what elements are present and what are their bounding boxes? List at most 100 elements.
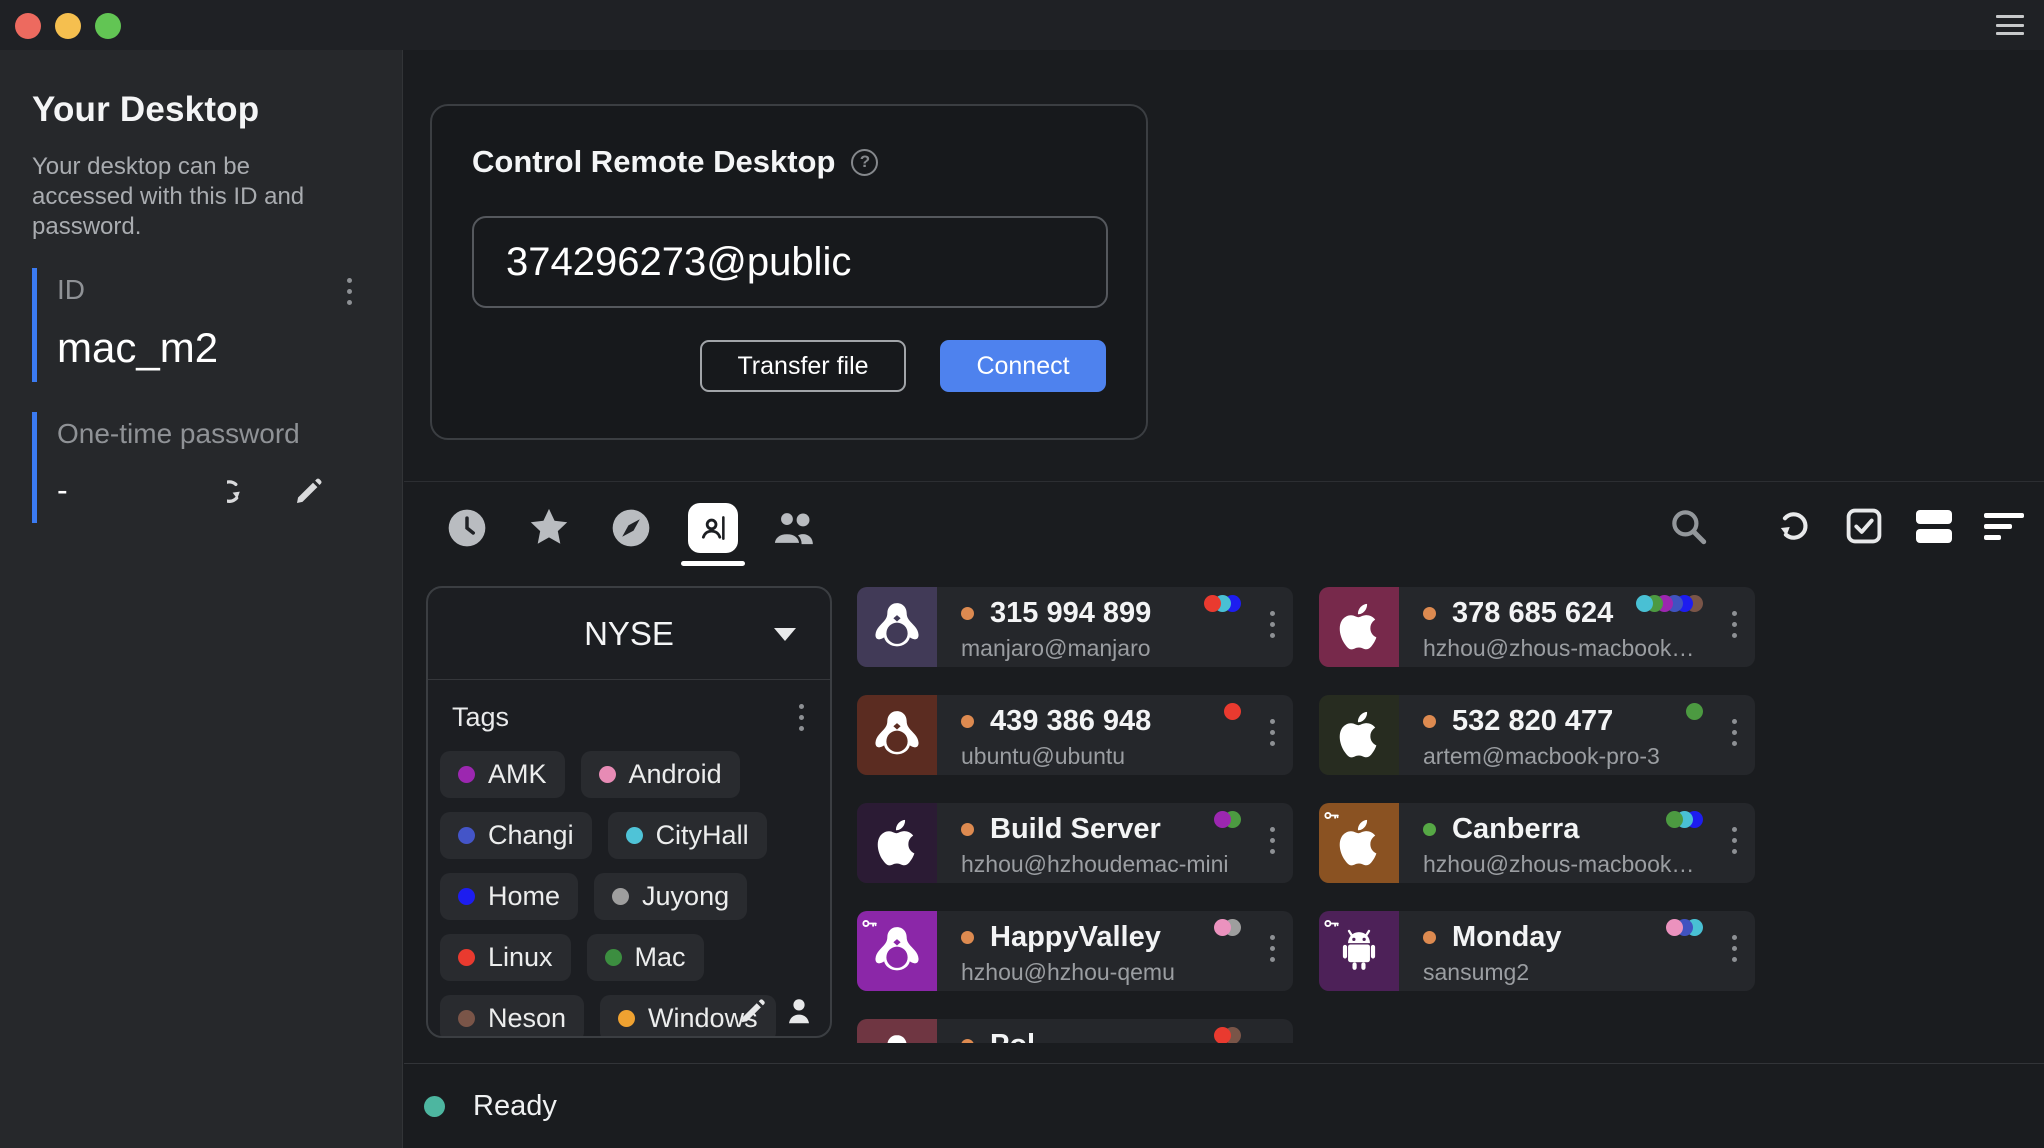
minimize-window-button[interactable] [55,13,81,39]
device-tag-dots [1214,919,1241,936]
key-icon [1323,807,1340,824]
titlebar [0,0,2044,50]
device-name: Build Server [990,813,1161,846]
device-card[interactable]: 532 820 477artem@macbook-pro-3 [1319,695,1755,775]
your-id-section: ID mac_m2 [32,268,370,382]
help-icon[interactable]: ? [851,149,878,176]
star-icon [526,505,572,551]
tab-discovered[interactable] [604,498,658,558]
tag-color-dot [599,766,616,783]
device-name: Pol [990,1029,1035,1043]
device-subtitle: manjaro@manjaro [961,635,1233,662]
online-status-dot [961,931,974,944]
linux-platform-icon [857,695,937,775]
device-menu-kebab-icon[interactable] [1732,935,1737,962]
tag-chip[interactable]: Mac [587,934,704,981]
tag-chip[interactable]: Neson [440,995,584,1038]
zoom-window-button[interactable] [95,13,121,39]
sidebar-title: Your Desktop [32,90,370,130]
connect-card-title: Control Remote Desktop [472,144,835,180]
online-status-dot [961,823,974,836]
online-status-dot [961,607,974,620]
address-book-dropdown[interactable]: NYSE [428,588,830,680]
tag-chip[interactable]: Home [440,873,578,920]
close-window-button[interactable] [15,13,41,39]
tag-chip-list: AMK AndroidChangi CityHall Home Juyong Linux M… [428,733,830,1038]
checkbox-icon[interactable] [1836,498,1892,554]
tag-chip[interactable]: CityHall [608,812,767,859]
device-card[interactable]: Build Serverhzhou@hzhoudemac-mini [857,803,1293,883]
tag-label: Linux [488,942,553,973]
group-icon [770,508,820,548]
online-status-dot [1423,931,1436,944]
tab-group[interactable] [768,498,822,558]
hamburger-menu-icon[interactable] [1996,15,2024,35]
refresh-password-icon[interactable] [227,475,259,507]
device-card[interactable]: 439 386 948ubuntu@ubuntu [857,695,1293,775]
connect-button[interactable]: Connect [940,340,1106,392]
tag-chip[interactable]: AMK [440,751,565,798]
device-menu-kebab-icon[interactable] [1270,935,1275,962]
tag-chip[interactable]: Linux [440,934,571,981]
tags-menu-kebab-icon[interactable] [799,704,804,731]
tag-label: CityHall [656,820,749,851]
tag-chip[interactable]: Changi [440,812,592,859]
device-tag-dots [1666,811,1703,828]
tab-recent-sessions[interactable] [440,498,494,558]
device-name: 378 685 624 [1452,597,1613,630]
device-menu-kebab-icon[interactable] [1732,719,1737,746]
transfer-file-button[interactable]: Transfer file [700,340,906,392]
device-menu-kebab-icon[interactable] [1732,611,1737,638]
chevron-down-icon [774,628,796,641]
cards-icon[interactable] [1906,498,1962,554]
key-icon [861,915,878,932]
compass-icon [609,506,653,550]
device-card[interactable]: Canberrahzhou@zhous-macbook-... [1319,803,1755,883]
sort-icon[interactable] [1976,498,2032,554]
password-label: One-time password [57,418,370,450]
device-grid: 315 994 899manjaro@manjaro378 685 624hzh… [857,587,1759,1043]
device-card[interactable]: Pol [857,1019,1293,1043]
device-menu-kebab-icon[interactable] [1732,827,1737,854]
device-tag-dots [1636,595,1703,612]
device-subtitle: sansumg2 [1423,959,1695,986]
tag-chip[interactable]: Juyong [594,873,747,920]
search-icon[interactable] [1660,498,1716,554]
device-subtitle: hzhou@hzhou-qemu [961,959,1233,986]
device-menu-kebab-icon[interactable] [1270,611,1275,638]
person-icon[interactable] [786,997,812,1025]
tag-label: Mac [635,942,686,973]
id-menu-kebab-icon[interactable] [347,278,352,305]
tag-label: Juyong [642,881,729,912]
tag-color-dot [605,949,622,966]
tag-color-dot [458,766,475,783]
device-menu-kebab-icon[interactable] [1270,827,1275,854]
device-card[interactable]: 315 994 899manjaro@manjaro [857,587,1293,667]
online-status-dot [961,1039,974,1043]
tab-address-book[interactable] [686,498,740,558]
tab-favorites[interactable] [522,498,576,558]
device-name: Canberra [1452,813,1579,846]
tag-label: AMK [488,759,547,790]
device-subtitle: artem@macbook-pro-3 [1423,743,1695,770]
status-bar: Ready [424,1090,557,1123]
apple-platform-icon [1319,803,1399,883]
tag-label: Neson [488,1003,566,1034]
device-subtitle: ubuntu@ubuntu [961,743,1233,770]
device-tag-dots [1686,703,1703,720]
edit-password-pencil-icon[interactable] [293,475,325,507]
online-status-dot [1423,715,1436,728]
tag-chip[interactable]: Android [581,751,740,798]
tag-color-dot [458,949,475,966]
control-remote-desktop-card: Control Remote Desktop ? 374296273@publi… [430,104,1148,440]
device-card[interactable]: HappyValleyhzhou@hzhou-qemu [857,911,1293,991]
refresh-icon[interactable] [1766,498,1822,554]
device-tag-dots [1214,811,1241,828]
device-menu-kebab-icon[interactable] [1270,719,1275,746]
edit-tags-pencil-icon[interactable] [738,996,768,1026]
remote-id-input[interactable]: 374296273@public [472,216,1108,308]
linux-platform-icon [857,911,937,991]
device-card[interactable]: Mondaysansumg2 [1319,911,1755,991]
tag-label: Changi [488,820,574,851]
device-card[interactable]: 378 685 624hzhou@zhous-macbook-... [1319,587,1755,667]
